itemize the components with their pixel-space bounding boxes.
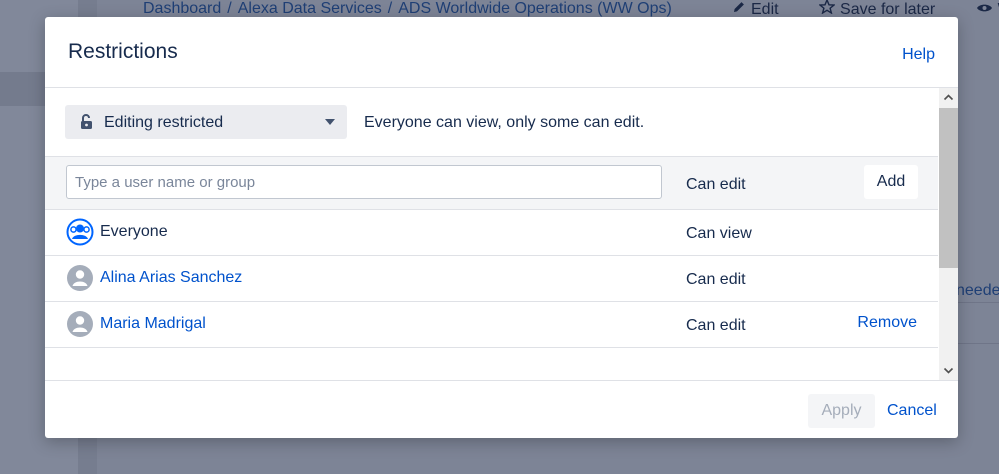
chevron-down-icon[interactable] bbox=[939, 361, 958, 380]
dialog-footer: Apply Cancel bbox=[45, 380, 958, 438]
entry-name: Everyone bbox=[100, 223, 168, 240]
restriction-row: Editing restricted Everyone can view, on… bbox=[45, 88, 938, 157]
restriction-selected-value: Editing restricted bbox=[104, 114, 224, 131]
unlock-icon bbox=[81, 114, 92, 129]
remove-link[interactable]: Remove bbox=[857, 314, 917, 332]
save-for-later-action[interactable]: Save for later bbox=[818, 0, 958, 18]
apply-button[interactable]: Apply bbox=[808, 394, 875, 428]
breadcrumb-separator: / bbox=[387, 0, 393, 17]
dialog-header: Restrictions Help bbox=[45, 17, 958, 88]
user-avatar-icon bbox=[67, 311, 93, 337]
restriction-dropdown[interactable]: Editing restricted bbox=[65, 105, 347, 139]
cancel-button[interactable]: Cancel bbox=[887, 402, 937, 420]
save-for-later-label: Save for later bbox=[840, 1, 936, 18]
add-user-row: Can edit Add bbox=[45, 157, 938, 210]
user-search-input[interactable] bbox=[66, 165, 662, 199]
entry-name-link[interactable]: Maria Madrigal bbox=[100, 315, 206, 333]
help-link[interactable]: Help bbox=[902, 46, 935, 64]
restriction-description: Everyone can view, only some can edit. bbox=[364, 114, 645, 131]
chevron-down-icon bbox=[325, 119, 335, 125]
dialog-title: Restrictions bbox=[68, 40, 178, 63]
group-icon bbox=[66, 218, 94, 246]
list-item: Alina Arias Sanchez Can edit bbox=[45, 256, 938, 302]
entry-permission: Can edit bbox=[686, 317, 746, 334]
add-permission-label: Can edit bbox=[686, 176, 746, 193]
eye-icon bbox=[976, 4, 992, 12]
star-icon bbox=[818, 0, 836, 15]
entry-name-link[interactable]: Alina Arias Sanchez bbox=[100, 269, 242, 287]
entry-permission: Can edit bbox=[686, 271, 746, 288]
list-item: Everyone Can view bbox=[45, 210, 938, 256]
breadcrumb-item[interactable]: Dashboard bbox=[143, 0, 221, 17]
watch-action[interactable]: Wa bbox=[976, 1, 999, 18]
breadcrumb: Dashboard / Alexa Data Services / ADS Worldw… bbox=[143, 0, 672, 18]
background-partial-text: neede bbox=[956, 282, 999, 299]
dialog-body: Editing restricted Everyone can view, on… bbox=[45, 88, 958, 380]
scrollbar-thumb[interactable] bbox=[939, 108, 958, 268]
chevron-up-icon[interactable] bbox=[939, 88, 958, 107]
user-avatar-icon bbox=[67, 265, 93, 291]
breadcrumb-item[interactable]: Alexa Data Services bbox=[238, 0, 382, 17]
add-button[interactable]: Add bbox=[864, 165, 918, 199]
entry-permission: Can view bbox=[686, 225, 752, 242]
list-item: Maria Madrigal Can edit Remove bbox=[45, 302, 938, 348]
restrictions-dialog: Restrictions Help Editing restricted Eve… bbox=[45, 17, 958, 438]
breadcrumb-separator: / bbox=[227, 0, 232, 17]
breadcrumb-item[interactable]: ADS Worldwide Operations (WW Ops) bbox=[398, 0, 672, 17]
scrollbar[interactable] bbox=[939, 88, 958, 380]
pencil-icon bbox=[734, 2, 744, 12]
edit-action[interactable]: Edit bbox=[732, 1, 801, 18]
edit-action-label: Edit bbox=[751, 1, 779, 18]
